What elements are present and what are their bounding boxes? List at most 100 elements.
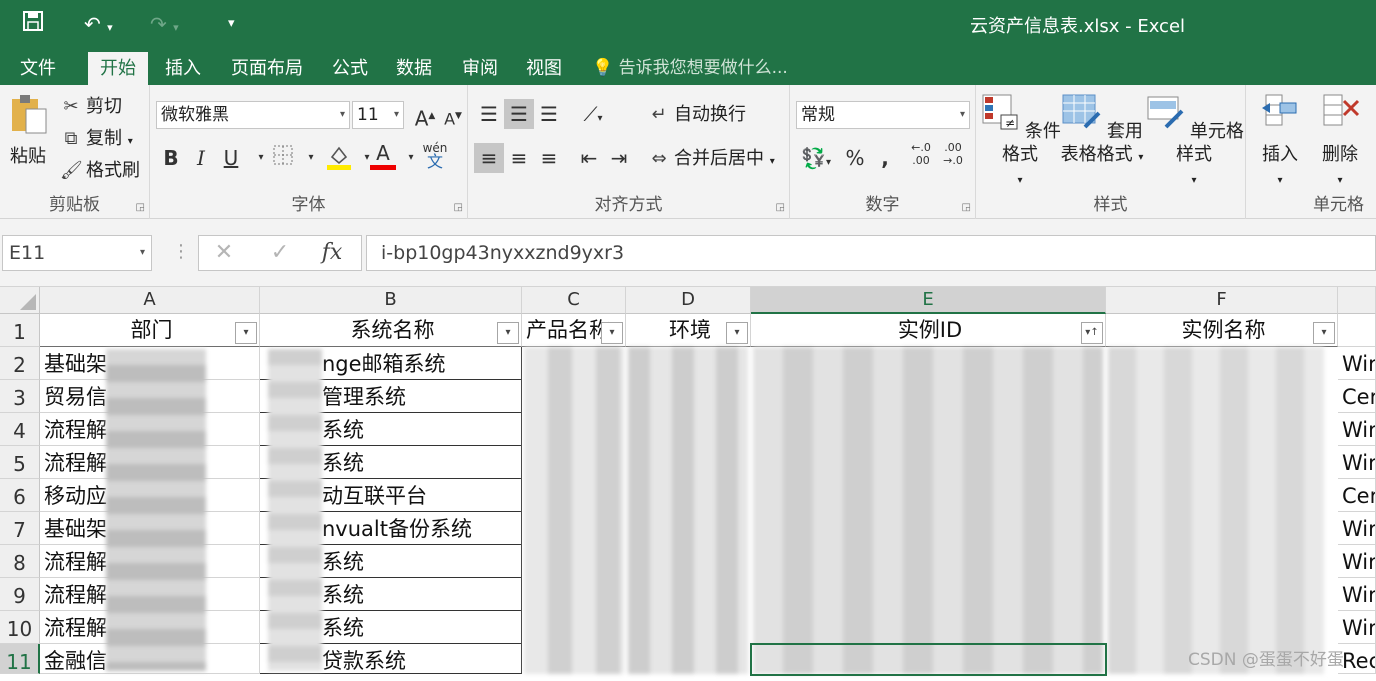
tab-file[interactable]: 文件: [8, 52, 68, 85]
font-name-combo[interactable]: 微软雅黑 ▾: [156, 101, 350, 129]
save-icon[interactable]: [22, 10, 44, 39]
dialog-launcher-icon[interactable]: ◲: [454, 202, 463, 213]
row-header[interactable]: 8: [0, 545, 40, 578]
header-cell-department[interactable]: 部门 ▾: [40, 314, 260, 347]
dialog-launcher-icon[interactable]: ◲: [962, 202, 971, 213]
cell-g[interactable]: Wir: [1338, 413, 1376, 446]
filter-dropdown-icon[interactable]: ▾: [235, 322, 257, 344]
tab-formulas[interactable]: 公式: [320, 52, 380, 85]
percent-button[interactable]: %: [840, 143, 870, 173]
insert-cells-button[interactable]: 插入 ▾: [1250, 91, 1310, 192]
merge-center-button[interactable]: ⇔ 合并后居中 ▾: [648, 147, 774, 174]
conditional-formatting-button[interactable]: ≠ 条件格式 ▾: [976, 91, 1064, 192]
cell-g[interactable]: Wir: [1338, 512, 1376, 545]
cancel-icon[interactable]: ✕: [209, 238, 239, 268]
formula-bar-grip[interactable]: ⋮: [172, 241, 190, 262]
number-format-combo[interactable]: 常规 ▾: [796, 101, 970, 129]
increase-decimal-icon[interactable]: ←.0.00: [906, 141, 936, 171]
tab-insert[interactable]: 插入: [153, 52, 213, 85]
row-header[interactable]: 4: [0, 413, 40, 446]
tab-review[interactable]: 审阅: [450, 52, 510, 85]
cell-g[interactable]: Wir: [1338, 545, 1376, 578]
grow-font-icon[interactable]: A▲: [410, 101, 440, 131]
decrease-indent-icon[interactable]: ⇤: [574, 143, 604, 173]
row-header[interactable]: 11: [0, 644, 40, 674]
shrink-font-icon[interactable]: A▼: [438, 101, 468, 131]
border-icon[interactable]: [268, 143, 298, 173]
enter-icon[interactable]: ✓: [265, 238, 295, 268]
font-size-combo[interactable]: 11 ▾: [352, 101, 404, 129]
tell-me-search[interactable]: 💡 告诉我您想要做什么...: [592, 52, 788, 85]
cell-g[interactable]: Wir: [1338, 446, 1376, 479]
column-header-a[interactable]: A: [40, 287, 260, 314]
cell-g[interactable]: Cer: [1338, 380, 1376, 413]
header-cell-system-name[interactable]: 系统名称 ▾: [260, 314, 522, 347]
border-dropdown[interactable]: ▾: [296, 143, 326, 173]
cell-styles-button[interactable]: 单元格样式 ▾: [1144, 91, 1244, 192]
header-cell-instance-name[interactable]: 实例名称 ▾: [1106, 314, 1338, 347]
copy-button[interactable]: ⧉ 复制 ▾: [60, 127, 133, 154]
currency-icon[interactable]: 💱▾: [796, 143, 836, 173]
align-top-icon[interactable]: ☰: [474, 99, 504, 129]
bold-button[interactable]: B: [156, 143, 186, 173]
column-header-d[interactable]: D: [626, 287, 751, 314]
cut-button[interactable]: ✂ 剪切: [60, 95, 122, 119]
column-header-c[interactable]: C: [522, 287, 626, 314]
row-header[interactable]: 7: [0, 512, 40, 545]
align-middle-icon[interactable]: ☰: [504, 99, 534, 129]
font-color-icon[interactable]: A: [368, 141, 398, 171]
delete-cells-button[interactable]: 删除 ▾: [1310, 91, 1370, 192]
filter-dropdown-icon[interactable]: ▾: [726, 322, 748, 344]
comma-button[interactable]: ,: [870, 143, 900, 173]
align-bottom-icon[interactable]: ☰: [534, 99, 564, 129]
tab-home[interactable]: 开始: [88, 52, 148, 85]
column-header-f[interactable]: F: [1106, 287, 1338, 314]
format-as-table-button[interactable]: 套用 表格格式 ▾: [1056, 91, 1148, 169]
cell-g[interactable]: Wir: [1338, 578, 1376, 611]
column-header-g[interactable]: [1338, 287, 1376, 314]
paste-button[interactable]: 粘贴: [4, 93, 52, 168]
column-header-b[interactable]: B: [260, 287, 522, 314]
header-cell-instance-id[interactable]: 实例ID ▾↑: [751, 314, 1106, 347]
tab-view[interactable]: 视图: [514, 52, 574, 85]
row-header[interactable]: 10: [0, 611, 40, 644]
header-cell-product-name[interactable]: 产品名称 ▾: [522, 314, 626, 347]
name-box[interactable]: E11 ▾: [2, 235, 152, 271]
insert-function-icon[interactable]: fx: [317, 238, 347, 268]
header-cell-g[interactable]: [1338, 314, 1376, 347]
filter-active-icon[interactable]: ▾↑: [1081, 322, 1103, 344]
align-center-icon[interactable]: ≡: [504, 143, 534, 173]
row-header[interactable]: 3: [0, 380, 40, 413]
cell-g[interactable]: Wir: [1338, 611, 1376, 644]
customize-icon[interactable]: ▾: [228, 10, 235, 38]
dialog-launcher-icon[interactable]: ◲: [776, 202, 785, 213]
underline-button[interactable]: U: [216, 143, 246, 173]
undo-icon[interactable]: ↶ ▾: [84, 10, 113, 42]
filter-dropdown-icon[interactable]: ▾: [1313, 322, 1335, 344]
row-header[interactable]: 5: [0, 446, 40, 479]
tab-page-layout[interactable]: 页面布局: [219, 52, 315, 85]
row-header[interactable]: 1: [0, 314, 40, 347]
align-right-icon[interactable]: ≡: [534, 143, 564, 173]
align-left-icon[interactable]: ≡: [474, 143, 504, 173]
dialog-launcher-icon[interactable]: ◲: [136, 202, 145, 213]
formula-input[interactable]: i-bp10gp43nyxxznd9yxr3: [366, 235, 1376, 271]
orientation-icon[interactable]: ⟋▾: [578, 99, 608, 129]
row-header[interactable]: 6: [0, 479, 40, 512]
filter-dropdown-icon[interactable]: ▾: [601, 322, 623, 344]
filter-dropdown-icon[interactable]: ▾: [497, 322, 519, 344]
decrease-decimal-icon[interactable]: .00 →.0: [938, 141, 968, 171]
italic-button[interactable]: I: [186, 143, 216, 173]
wrap-text-button[interactable]: ↵ 自动换行: [648, 103, 746, 127]
header-cell-environment[interactable]: 环境 ▾: [626, 314, 751, 347]
row-header[interactable]: 9: [0, 578, 40, 611]
phonetic-icon[interactable]: wén 文: [420, 141, 450, 171]
row-header[interactable]: 2: [0, 347, 40, 380]
column-header-e[interactable]: E: [751, 287, 1106, 314]
format-painter-button[interactable]: 🖌 格式刷: [60, 159, 140, 183]
select-all-corner[interactable]: [0, 287, 40, 314]
tab-data[interactable]: 数据: [384, 52, 444, 85]
cell-g[interactable]: Wir: [1338, 347, 1376, 380]
fill-color-icon[interactable]: [324, 143, 354, 173]
cell-g[interactable]: Cer: [1338, 479, 1376, 512]
